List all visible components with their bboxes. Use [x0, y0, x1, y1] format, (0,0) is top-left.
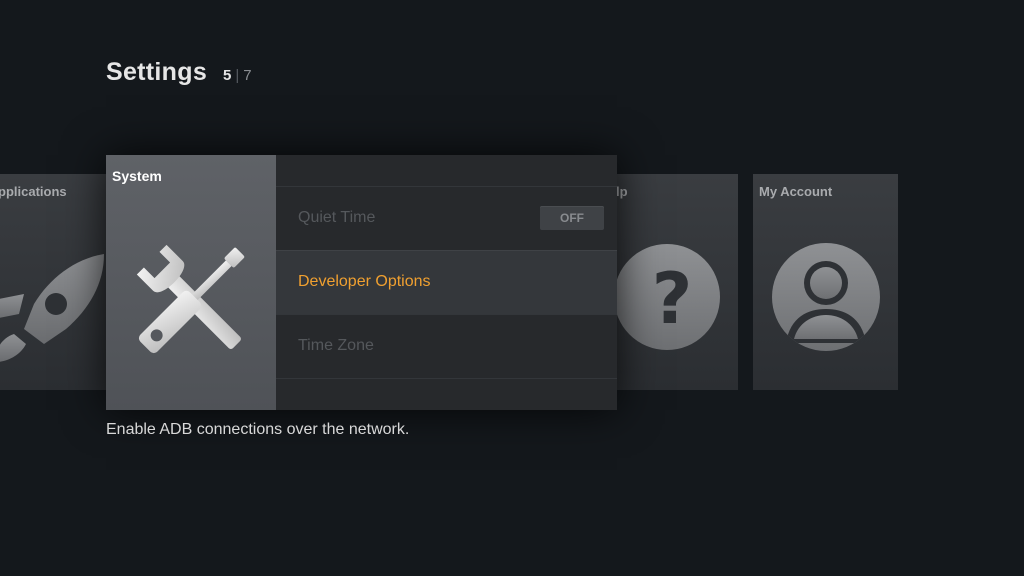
- page-separator: |: [235, 67, 240, 84]
- settings-screen: Settings 5 | 7 pplications lp ? My Accou…: [0, 0, 1024, 576]
- menu-divider: [276, 378, 617, 411]
- menu-item-quiet-time[interactable]: Quiet Time OFF: [276, 186, 617, 250]
- page-title: Settings: [106, 58, 208, 86]
- system-menu: Quiet Time OFF Developer Options Time Zo…: [276, 155, 617, 410]
- category-label: System: [112, 168, 162, 184]
- question-icon: ?: [604, 244, 720, 354]
- category-card-help[interactable]: lp ?: [604, 174, 738, 390]
- category-label: lp: [616, 184, 628, 199]
- category-card-system[interactable]: System: [106, 155, 276, 410]
- category-label: My Account: [759, 184, 833, 199]
- rocket-icon: [0, 254, 104, 362]
- page-total: 7: [243, 67, 252, 84]
- user-icon: [772, 243, 880, 351]
- menu-item-developer-options[interactable]: Developer Options: [276, 250, 617, 314]
- page-current: 5: [223, 67, 232, 84]
- category-label: pplications: [0, 184, 67, 199]
- menu-item-label: Developer Options: [298, 273, 431, 290]
- category-card-applications[interactable]: pplications: [0, 174, 108, 390]
- option-description: Enable ADB connections over the network.: [106, 421, 410, 438]
- quiet-time-toggle[interactable]: OFF: [540, 206, 604, 230]
- menu-item-time-zone[interactable]: Time Zone: [276, 314, 617, 378]
- category-card-my-account[interactable]: My Account: [753, 174, 898, 390]
- page-indicator: 5 | 7: [223, 67, 252, 84]
- menu-item-label: Quiet Time: [298, 209, 376, 226]
- system-panel: System Quiet Time OFF Developer Options …: [106, 155, 617, 410]
- tools-icon: [136, 244, 245, 354]
- menu-item-label: Time Zone: [298, 337, 374, 354]
